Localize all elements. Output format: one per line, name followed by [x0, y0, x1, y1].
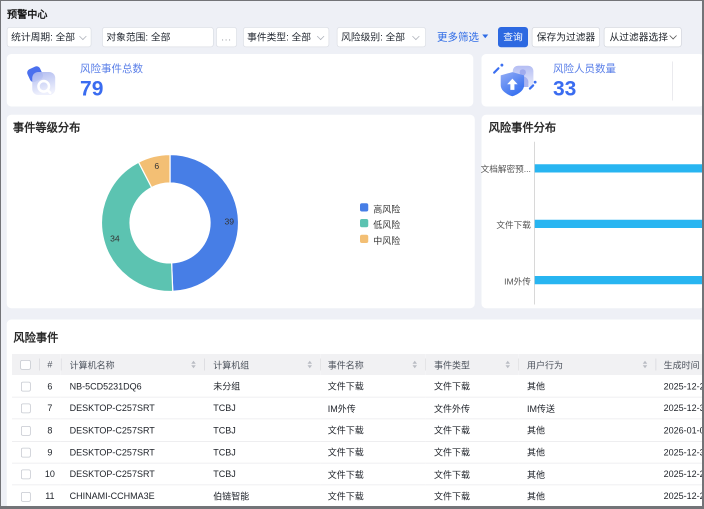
svg-text:39: 39 — [224, 216, 234, 226]
svg-text:6: 6 — [154, 161, 159, 171]
svg-text:34: 34 — [110, 234, 120, 244]
